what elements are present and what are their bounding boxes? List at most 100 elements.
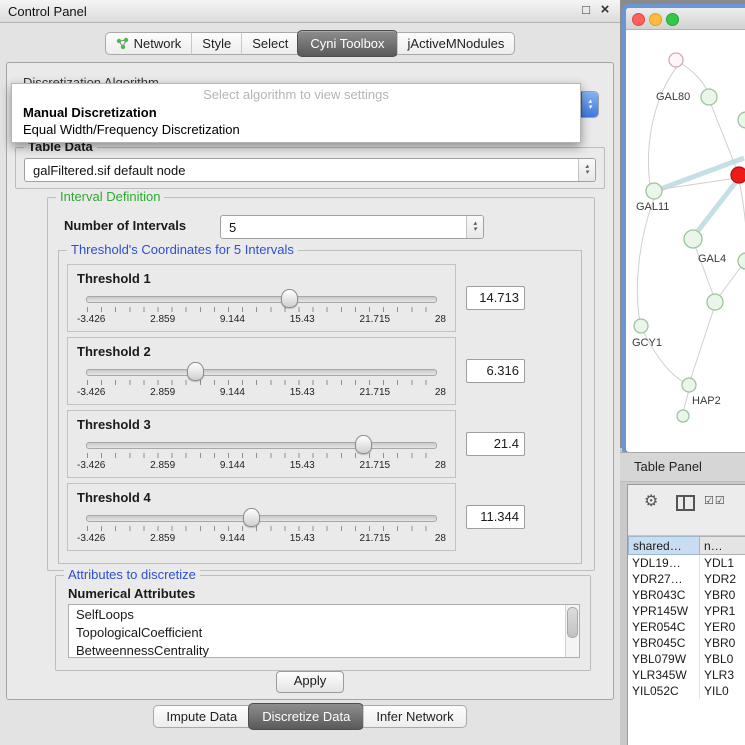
table-data-group: Table Data galFiltered.sif default node … xyxy=(15,147,605,189)
slider-ticks xyxy=(87,453,437,458)
network-canvas[interactable]: GAL80 GAL11 GAL4 GCY1 HAP2 xyxy=(626,30,745,448)
column-header-shared-name[interactable]: shared… xyxy=(628,536,700,555)
network-view-window[interactable]: GAL80 GAL11 GAL4 GCY1 HAP2 xyxy=(622,4,745,456)
slider-ticks xyxy=(87,526,437,531)
top-tab-bar: Network Style Select Cyni Toolbox jActiv… xyxy=(0,30,620,56)
column-header-name[interactable]: n… xyxy=(700,536,745,555)
popup-option-equal-width-frequency[interactable]: Equal Width/Frequency Discretization xyxy=(12,121,580,138)
slider-thumb[interactable] xyxy=(243,508,260,527)
node-label-gal4: GAL4 xyxy=(698,253,726,265)
list-item-selfloops[interactable]: SelfLoops xyxy=(69,606,565,624)
tab-infer-network-label: Infer Network xyxy=(376,709,453,724)
select-columns-icon[interactable]: ☑☑ xyxy=(704,494,726,507)
bottom-tab-bar: Impute Data Discretize Data Infer Networ… xyxy=(0,704,620,728)
cell-shared-name: YIL052C xyxy=(628,683,700,699)
table-row[interactable]: YBR045C YBR0 xyxy=(628,635,745,651)
close-icon[interactable]: × xyxy=(597,2,613,18)
stepper-down-icon: ▾ xyxy=(585,170,589,176)
tab-infer-network[interactable]: Infer Network xyxy=(363,705,466,728)
slider-thumb[interactable] xyxy=(281,289,298,308)
table-row[interactable]: YLR345W YLR3 xyxy=(628,667,745,683)
slider-thumb[interactable] xyxy=(355,435,372,454)
slider-thumb[interactable] xyxy=(187,362,204,381)
cell-shared-name: YPR145W xyxy=(628,603,700,619)
scale-label: 2.859 xyxy=(150,314,175,325)
tab-impute-data-label: Impute Data xyxy=(166,709,237,724)
scale-label: 28 xyxy=(435,533,446,544)
gear-icon[interactable]: ⚙ xyxy=(644,491,658,511)
list-items: SelfLoops TopologicalCoefficient Between… xyxy=(69,606,565,658)
table-row[interactable]: YIL052C YIL0 xyxy=(628,683,745,699)
float-window-icon[interactable]: □ xyxy=(578,2,594,18)
stepper-down-icon: ▾ xyxy=(588,105,592,111)
scale-label: 21.715 xyxy=(360,387,391,398)
table-row[interactable]: YDL19… YDL1 xyxy=(628,555,745,571)
table-data-select[interactable]: galFiltered.sif default node ▴ ▾ xyxy=(24,158,596,182)
scale-label: -3.426 xyxy=(77,460,105,471)
scale-label: 15.43 xyxy=(290,314,315,325)
table-data-select-value: galFiltered.sif default node xyxy=(25,163,578,178)
slider-track[interactable] xyxy=(86,442,437,449)
close-traffic-light[interactable] xyxy=(632,13,645,26)
minimize-traffic-light[interactable] xyxy=(649,13,662,26)
popup-option-manual-discretization[interactable]: Manual Discretization xyxy=(12,104,580,121)
table-toolbar: ⚙ ☑☑ xyxy=(628,485,745,536)
cell-name: YPR1 xyxy=(700,603,745,619)
table-row[interactable]: YBL079W YBL0 xyxy=(628,651,745,667)
tab-style-label: Style xyxy=(202,36,231,51)
scale-label: -3.426 xyxy=(77,387,105,398)
cell-shared-name: YLR345W xyxy=(628,667,700,683)
tab-cyni-toolbox[interactable]: Cyni Toolbox xyxy=(297,30,397,57)
scale-label: 21.715 xyxy=(360,460,391,471)
popup-header: Select algorithm to view settings xyxy=(12,86,580,104)
cell-shared-name: YBR043C xyxy=(628,587,700,603)
threshold-2-slider[interactable]: -3.426 2.859 9.144 15.43 21.715 28 xyxy=(86,362,437,402)
tab-impute-data[interactable]: Impute Data xyxy=(153,705,249,728)
threshold-3-slider[interactable]: -3.426 2.859 9.144 15.43 21.715 28 xyxy=(86,435,437,475)
table-row[interactable]: YPR145W YPR1 xyxy=(628,603,745,619)
list-item-topologicalcoefficient[interactable]: TopologicalCoefficient xyxy=(69,624,565,642)
table-row[interactable]: YBR043C YBR0 xyxy=(628,587,745,603)
selected-red-node xyxy=(731,167,745,183)
zoom-traffic-light[interactable] xyxy=(666,13,679,26)
slider-ticks xyxy=(87,380,437,385)
network-icon xyxy=(116,37,129,50)
list-item-betweennesscentrality[interactable]: BetweennessCentrality xyxy=(69,642,565,658)
table-header-row: shared… n… xyxy=(628,536,745,555)
thresholds-list: Threshold 1 -3.426 2.859 9.144 xyxy=(67,264,525,557)
scale-label: 9.144 xyxy=(220,460,245,471)
cell-name: YDR2 xyxy=(700,571,745,587)
table-row[interactable]: YER054C YER0 xyxy=(628,619,745,635)
threshold-3-value-field[interactable]: 21.4 xyxy=(466,432,525,456)
tab-discretize-data[interactable]: Discretize Data xyxy=(248,703,364,730)
apply-button[interactable]: Apply xyxy=(276,671,344,693)
table-row[interactable]: YDR27… YDR2 xyxy=(628,571,745,587)
scrollbar-thumb[interactable] xyxy=(567,607,578,638)
tab-network[interactable]: Network xyxy=(105,32,192,55)
tab-jactivemnodules[interactable]: jActiveMNodules xyxy=(397,32,516,55)
slider-track[interactable] xyxy=(86,296,437,303)
threshold-1-value-field[interactable]: 14.713 xyxy=(466,286,525,310)
scale-label: 28 xyxy=(435,314,446,325)
interval-definition-group: Interval Definition Number of Intervals … xyxy=(47,197,595,571)
tab-select[interactable]: Select xyxy=(241,32,298,55)
threshold-1-slider[interactable]: -3.426 2.859 9.144 15.43 21.715 28 xyxy=(86,289,437,329)
threshold-4-value-field[interactable]: 11.344 xyxy=(466,505,525,529)
slider-track[interactable] xyxy=(86,369,437,376)
slider-track[interactable] xyxy=(86,515,437,522)
tab-style[interactable]: Style xyxy=(191,32,241,55)
table-panel-header: Table Panel xyxy=(620,452,745,482)
threshold-1-label: Threshold 1 xyxy=(77,271,151,286)
table-panel-title: Table Panel xyxy=(634,459,702,474)
window-title: Control Panel xyxy=(8,4,87,19)
table-panel-window: ⚙ ☑☑ shared… n… YDL19… YDL1 YDR27… YDR2 … xyxy=(627,484,745,745)
cell-shared-name: YBR045C xyxy=(628,635,700,651)
threshold-4-slider[interactable]: -3.426 2.859 9.144 15.43 21.715 28 xyxy=(86,508,437,548)
number-of-intervals-select[interactable]: 5 ▴ ▾ xyxy=(220,215,484,239)
numerical-attributes-list[interactable]: SelfLoops TopologicalCoefficient Between… xyxy=(68,604,580,658)
threshold-2-value-field[interactable]: 6.316 xyxy=(466,359,525,383)
list-scrollbar[interactable] xyxy=(565,605,579,657)
columns-icon[interactable] xyxy=(676,495,695,511)
node-label-hap2: HAP2 xyxy=(692,395,721,407)
cell-name: YDL1 xyxy=(700,555,745,571)
